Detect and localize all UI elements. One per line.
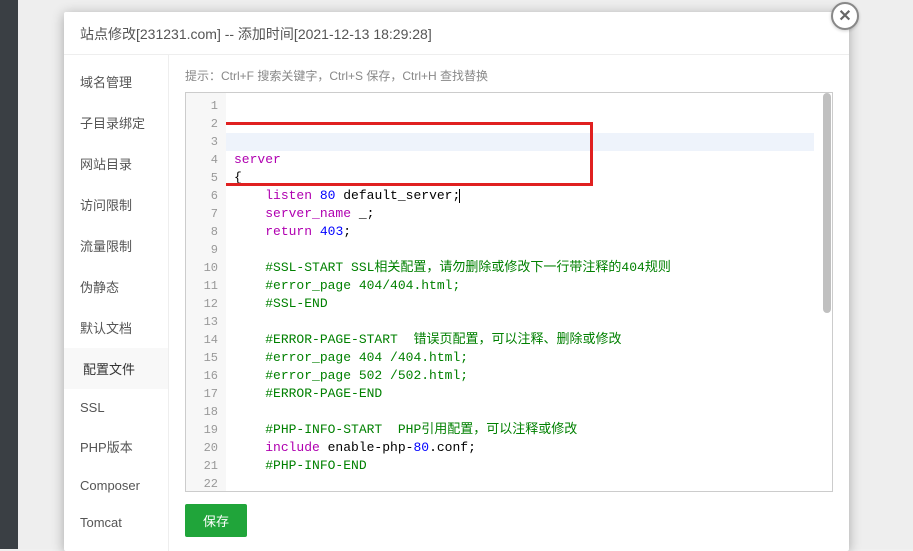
line-number: 2 (186, 115, 218, 133)
sidebar-item[interactable]: SSL (64, 389, 168, 426)
sidebar-item[interactable]: 流量限制 (64, 225, 168, 266)
text-cursor (459, 189, 460, 203)
code-line[interactable]: server (234, 151, 822, 169)
code-line[interactable]: return 403; (234, 223, 822, 241)
code-line[interactable]: #PHP-INFO-START PHP引用配置，可以注释或修改 (234, 421, 822, 439)
sidebar-item[interactable]: 域名管理 (64, 61, 168, 102)
code-line[interactable] (234, 475, 822, 491)
line-number: 10 (186, 259, 218, 277)
line-number: 15 (186, 349, 218, 367)
modal-overlay: ✕ 站点修改[231231.com] -- 添加时间[2021-12-13 18… (0, 0, 913, 549)
code-line[interactable] (234, 241, 822, 259)
active-line-highlight (226, 133, 814, 151)
code-line[interactable]: server_name _; (234, 205, 822, 223)
line-number: 22 (186, 475, 218, 493)
line-number: 20 (186, 439, 218, 457)
line-number: 4 (186, 151, 218, 169)
code-line[interactable]: #PHP-INFO-END (234, 457, 822, 475)
config-editor[interactable]: 12345678910111213141516171819202122 serv… (185, 92, 833, 492)
line-number: 14 (186, 331, 218, 349)
line-number: 9 (186, 241, 218, 259)
sidebar-item[interactable]: Tomcat (64, 504, 168, 541)
modal-sidebar: 域名管理子目录绑定网站目录访问限制流量限制伪静态默认文档配置文件SSLPHP版本… (64, 55, 169, 551)
code-line[interactable]: #error_page 404/404.html; (234, 277, 822, 295)
code-line[interactable] (234, 403, 822, 421)
code-line[interactable]: #SSL-END (234, 295, 822, 313)
line-number: 21 (186, 457, 218, 475)
line-number: 5 (186, 169, 218, 187)
code-line[interactable]: #ERROR-PAGE-END (234, 385, 822, 403)
code-line[interactable]: { (234, 169, 822, 187)
modal-content: 提示：Ctrl+F 搜索关键字，Ctrl+S 保存，Ctrl+H 查找替换 12… (169, 55, 849, 551)
line-number: 1 (186, 97, 218, 115)
line-number: 6 (186, 187, 218, 205)
sidebar-item[interactable]: Composer (64, 467, 168, 504)
line-gutter: 12345678910111213141516171819202122 (186, 93, 226, 491)
line-number: 19 (186, 421, 218, 439)
sidebar-item[interactable]: 默认文档 (64, 307, 168, 348)
line-number: 16 (186, 367, 218, 385)
close-icon[interactable]: ✕ (831, 2, 859, 30)
code-line[interactable]: #SSL-START SSL相关配置，请勿删除或修改下一行带注释的404规则 (234, 259, 822, 277)
code-line[interactable]: #error_page 404 /404.html; (234, 349, 822, 367)
code-line[interactable]: #ERROR-PAGE-START 错误页配置，可以注释、删除或修改 (234, 331, 822, 349)
editor-hint: 提示：Ctrl+F 搜索关键字，Ctrl+S 保存，Ctrl+H 查找替换 (185, 67, 833, 84)
line-number: 18 (186, 403, 218, 421)
modal-title: 站点修改[231231.com] -- 添加时间[2021-12-13 18:2… (64, 12, 849, 55)
code-line[interactable]: include enable-php-80.conf; (234, 439, 822, 457)
code-line[interactable]: listen 80 default_server; (234, 187, 822, 205)
sidebar-item[interactable]: PHP版本 (64, 426, 168, 467)
scrollbar-thumb[interactable] (823, 93, 831, 313)
line-number: 12 (186, 295, 218, 313)
line-number: 17 (186, 385, 218, 403)
sidebar-item[interactable]: 配置文件 (64, 348, 168, 389)
sidebar-item[interactable]: 访问限制 (64, 184, 168, 225)
code-line[interactable]: #error_page 502 /502.html; (234, 367, 822, 385)
line-number: 7 (186, 205, 218, 223)
sidebar-item[interactable]: 伪静态 (64, 266, 168, 307)
editor-scrollbar[interactable] (822, 93, 832, 491)
line-number: 8 (186, 223, 218, 241)
code-line[interactable] (234, 313, 822, 331)
sidebar-item[interactable]: 网站目录 (64, 143, 168, 184)
save-button[interactable]: 保存 (185, 504, 247, 537)
sidebar-item[interactable]: 子目录绑定 (64, 102, 168, 143)
code-area[interactable]: server{ listen 80 default_server; server… (226, 93, 822, 491)
site-edit-modal: ✕ 站点修改[231231.com] -- 添加时间[2021-12-13 18… (64, 12, 849, 551)
line-number: 13 (186, 313, 218, 331)
line-number: 11 (186, 277, 218, 295)
line-number: 3 (186, 133, 218, 151)
